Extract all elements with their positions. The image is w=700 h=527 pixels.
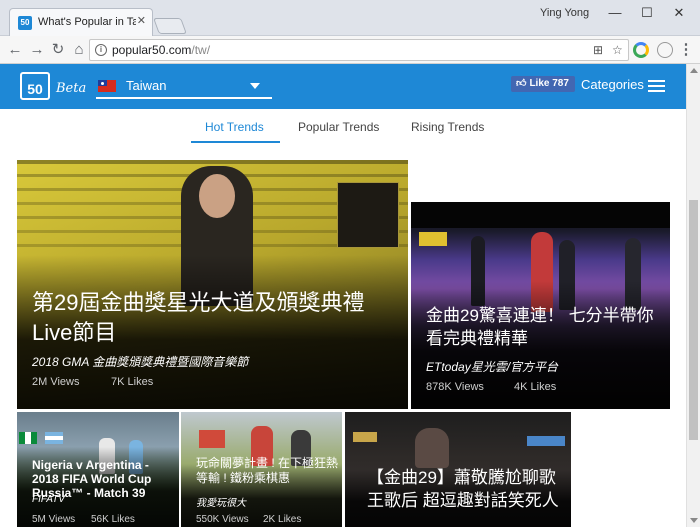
video-card[interactable]: 第29屆金曲獎星光大道及頒獎典禮Live節目 2018 GMA 金曲獎頒獎典禮暨… xyxy=(17,160,408,409)
site-favicon-icon: 50 xyxy=(18,16,32,30)
extension-menu-icon[interactable] xyxy=(657,42,673,58)
like-count: 56K Likes xyxy=(91,514,135,525)
back-arrow-icon[interactable]: ← xyxy=(6,41,24,59)
categories-link[interactable]: Categories xyxy=(581,77,644,92)
like-count: 4K Likes xyxy=(514,381,557,393)
video-title[interactable]: 【金曲29】蕭敬騰尬聊歌王歌后 超逗趣對話笑死人 xyxy=(367,466,563,512)
translate-icon[interactable]: ⊞ xyxy=(593,43,603,57)
minimize-button[interactable]: — xyxy=(600,4,630,22)
hamburger-menu-icon[interactable] xyxy=(648,80,665,93)
close-tab-icon[interactable]: ✕ xyxy=(137,14,146,27)
page-scrollbar[interactable] xyxy=(686,64,700,527)
video-card[interactable]: 玩命關夢計畫 ! 在下極狂熱等輸 ! 鐵粉乘棋惠 我愛玩很大 550K View… xyxy=(181,412,342,527)
video-title[interactable]: 玩命關夢計畫 ! 在下極狂熱等輸 ! 鐵粉乘棋惠 xyxy=(196,456,338,486)
beta-label: Beta xyxy=(56,81,87,96)
close-window-button[interactable]: ✕ xyxy=(664,4,694,22)
browser-menu-icon[interactable]: ⋮ xyxy=(677,41,695,59)
taiwan-flag-icon xyxy=(98,80,116,92)
new-tab-button[interactable] xyxy=(153,18,187,34)
tab-rising-trends[interactable]: Rising Trends xyxy=(411,120,484,134)
browser-toolbar: ← → ↻ ⌂ i popular50.com/tw/ ⊞ ☆ ⋮ xyxy=(0,36,700,64)
like-count: 2K Likes xyxy=(263,514,302,525)
facebook-like-button[interactable]: 👍︎ Like 787 xyxy=(511,76,575,92)
thumbs-up-icon: 👍︎ xyxy=(516,78,527,89)
video-card[interactable]: Nigeria v Argentina - 2018 FIFA World Cu… xyxy=(17,412,179,527)
video-card[interactable]: 【金曲29】蕭敬騰尬聊歌王歌后 超逗趣對話笑死人 xyxy=(345,412,571,527)
forward-arrow-icon[interactable]: → xyxy=(28,41,46,59)
video-source: ETtoday星光雲/官方平台 xyxy=(426,360,559,374)
site-logo[interactable]: 50 xyxy=(20,72,50,100)
tab-title: What's Popular in Taiwan xyxy=(38,16,136,28)
scroll-down-icon[interactable] xyxy=(690,518,698,523)
url-text[interactable]: popular50.com/tw/ xyxy=(112,43,210,57)
view-count: 550K Views xyxy=(196,514,249,525)
chevron-down-icon xyxy=(250,83,260,89)
active-tab-indicator xyxy=(191,141,280,143)
address-bar[interactable]: i popular50.com/tw/ ⊞ ☆ xyxy=(89,39,629,61)
country-name: Taiwan xyxy=(126,78,167,93)
video-source: 我愛玩很大 xyxy=(196,498,246,509)
maximize-button[interactable]: ☐ xyxy=(632,4,662,22)
star-icon[interactable]: ☆ xyxy=(612,43,623,57)
extension-icon[interactable] xyxy=(633,42,649,58)
tab-popular-trends[interactable]: Popular Trends xyxy=(298,120,379,134)
view-count: 2M Views xyxy=(32,376,80,388)
browser-titlebar: 50 What's Popular in Taiwan ✕ Ying Yong … xyxy=(0,0,700,36)
video-source: 2018 GMA 金曲獎頒獎典禮暨國際音樂節 xyxy=(32,355,249,369)
tab-hot-trends[interactable]: Hot Trends xyxy=(205,120,264,134)
scroll-up-icon[interactable] xyxy=(690,68,698,73)
like-count: 787 xyxy=(552,78,569,89)
view-count: 878K Views xyxy=(426,381,484,393)
video-title[interactable]: 金曲29驚喜連連！ 七分半帶你看完典禮精華 xyxy=(426,304,666,350)
view-count: 5M Views xyxy=(32,514,76,525)
browser-tab[interactable]: 50 What's Popular in Taiwan ✕ xyxy=(9,8,153,36)
home-icon[interactable]: ⌂ xyxy=(70,41,88,59)
site-header: 50 Beta Taiwan 👍︎ Like 787 Categories xyxy=(0,64,686,109)
video-card[interactable]: 金曲29驚喜連連！ 七分半帶你看完典禮精華 ETtoday星光雲/官方平台 87… xyxy=(411,202,670,409)
reload-icon[interactable]: ↻ xyxy=(49,41,67,59)
like-count: 7K Likes xyxy=(111,376,154,388)
info-icon[interactable]: i xyxy=(95,44,107,56)
video-source: FIFATV xyxy=(32,494,65,505)
video-title[interactable]: 第29屆金曲獎星光大道及頒獎典禮Live節目 xyxy=(32,288,382,348)
country-selector[interactable]: Taiwan xyxy=(96,73,272,99)
scrollbar-thumb[interactable] xyxy=(689,200,698,440)
user-name[interactable]: Ying Yong xyxy=(540,7,589,19)
